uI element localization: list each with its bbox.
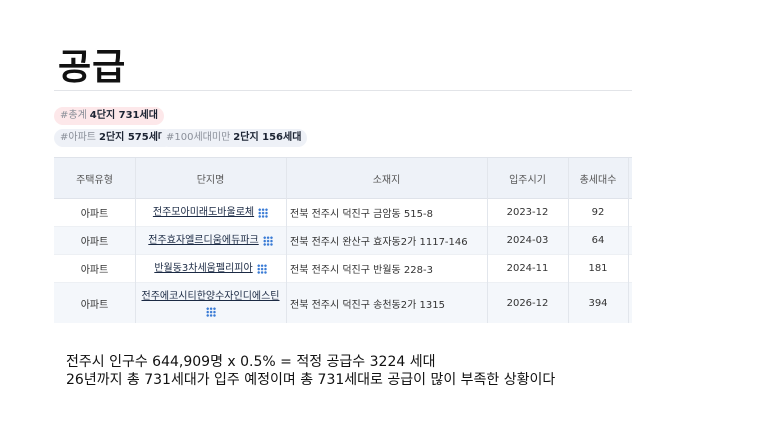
complex-name-link[interactable]: 전주에코시티한양수자인디에스틴 xyxy=(142,290,280,304)
row-location: 전북 전주시 덕진구 송천동2가 1315 xyxy=(290,299,445,311)
grid-icon[interactable] xyxy=(205,306,216,317)
row-name-cell: 전주모아미래도바울로체 xyxy=(135,199,286,226)
table-row: 아파트 전주에코시티한양수자인디에스틴 전북 전주시 덕진구 송천동2가 131… xyxy=(54,283,632,323)
row-date: 2026-12 xyxy=(506,297,549,309)
row-type: 아파트 xyxy=(80,209,109,220)
summary-total-value: 4단지 731세대 xyxy=(89,110,158,121)
column-divider xyxy=(286,158,287,323)
row-name-cell: 전주효자엘르디움에듀파크 xyxy=(135,227,286,254)
summary-under100-label: #100세대미만 xyxy=(166,132,231,143)
summary-total-badge: #총계 4단지 731세대 xyxy=(54,107,164,125)
row-type: 아파트 xyxy=(80,237,109,248)
column-divider xyxy=(628,158,629,323)
header-name: 단지명 xyxy=(196,174,225,186)
header-units: 총세대수 xyxy=(579,174,617,186)
summary-apartment-badge: #아파트 2단지 575세대 xyxy=(54,129,174,147)
title-divider xyxy=(54,90,632,91)
complex-name-link[interactable]: 전주모아미래도바울로체 xyxy=(153,206,254,220)
row-date: 2023-12 xyxy=(506,207,549,218)
complex-name-wrap: 전주에코시티한양수자인디에스틴 xyxy=(142,290,280,317)
summary-apartment-value: 2단지 575세대 xyxy=(98,132,168,143)
complex-name-link[interactable]: 전주효자엘르디움에듀파크 xyxy=(148,234,258,248)
grid-icon[interactable] xyxy=(262,235,273,246)
row-units: 64 xyxy=(591,235,605,246)
header-type: 주택유형 xyxy=(76,174,113,186)
row-name-cell: 반월동3차세움펠리피아 xyxy=(135,255,286,282)
row-location: 전북 전주시 덕진구 금암동 515-8 xyxy=(290,209,433,220)
row-units: 181 xyxy=(588,263,608,274)
table-row: 아파트 전주효자엘르디움에듀파크 전북 전주시 완산구 효자동2가 1117-1… xyxy=(54,227,632,255)
summary-under100-badge: #100세대미만 2단지 156세대 xyxy=(160,129,308,147)
row-units: 92 xyxy=(591,207,605,218)
header-location: 소재지 xyxy=(372,174,401,186)
table-row: 아파트 반월동3차세움펠리피아 전북 전주시 덕진구 반월동 228-3 202… xyxy=(54,255,632,283)
grid-icon[interactable] xyxy=(256,263,267,274)
summary-total-label: #총계 xyxy=(60,110,87,121)
row-type: 아파트 xyxy=(80,265,109,276)
row-location: 전북 전주시 완산구 효자동2가 1117-146 xyxy=(290,237,468,248)
row-date: 2024-03 xyxy=(506,235,549,246)
analysis-note-line1: 전주시 인구수 644,909명 x 0.5% = 적정 공급수 3224 세대 xyxy=(66,354,436,370)
row-name-cell: 전주에코시티한양수자인디에스틴 xyxy=(135,283,286,323)
supply-table: 주택유형 단지명 소재지 입주시기 총세대수 아파트 전주모아미래도바울로체 전… xyxy=(54,157,632,323)
table-header: 주택유형 단지명 소재지 입주시기 총세대수 xyxy=(54,158,632,199)
summary-apartment-label: #아파트 xyxy=(60,132,96,143)
row-location: 전북 전주시 덕진구 반월동 228-3 xyxy=(290,265,433,276)
row-date: 2024-11 xyxy=(506,263,549,274)
analysis-note-line2: 26년까지 총 731세대가 입주 예정이며 총 731세대로 공급이 많이 부… xyxy=(66,372,556,388)
row-type: 아파트 xyxy=(80,299,109,311)
summary-under100-value: 2단지 156세대 xyxy=(233,132,302,143)
column-divider xyxy=(487,158,488,323)
page-title: 공급 xyxy=(58,47,127,88)
table-row: 아파트 전주모아미래도바울로체 전북 전주시 덕진구 금암동 515-8 202… xyxy=(54,199,632,227)
column-divider xyxy=(135,158,136,323)
complex-name-link[interactable]: 반월동3차세움펠리피아 xyxy=(154,262,252,276)
column-divider xyxy=(568,158,569,323)
grid-icon[interactable] xyxy=(258,207,269,218)
header-date: 입주시기 xyxy=(509,174,546,186)
row-units: 394 xyxy=(588,297,608,309)
